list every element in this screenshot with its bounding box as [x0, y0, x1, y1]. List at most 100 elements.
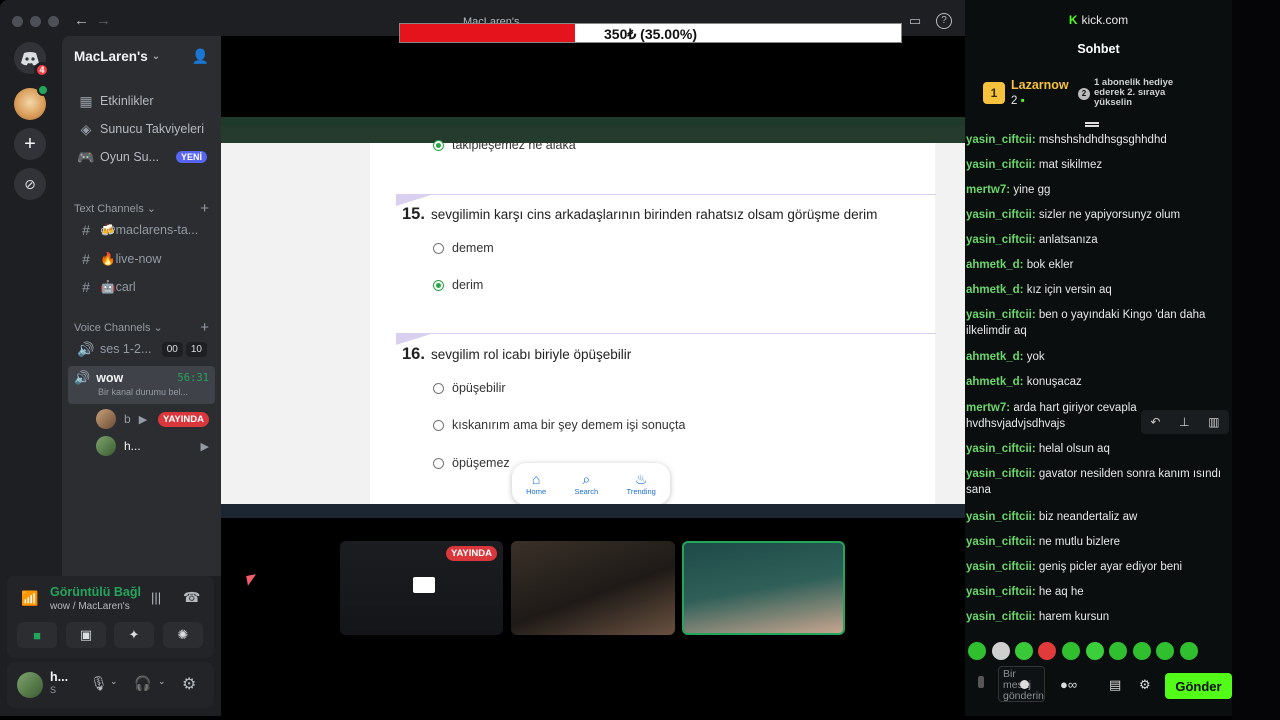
users-icon[interactable]: ●∞ — [1060, 677, 1077, 692]
chat-username[interactable]: yasin_ciftcii: — [966, 586, 1036, 598]
sidebar-item-events[interactable]: ▦ Etkinlikler — [70, 88, 213, 114]
chat-message[interactable]: yasin_ciftcii: anlatsanıza — [966, 232, 1226, 248]
activities-button[interactable]: ✦ — [114, 622, 154, 648]
chat-username[interactable]: yasin_ciftcii: — [966, 561, 1036, 573]
screen-share-button[interactable]: ▣ — [66, 622, 106, 648]
screen-share-view[interactable]: takipleşemez ne alaka 15. sevgilimin karş… — [221, 117, 965, 518]
chat-username[interactable]: ahmetk_d: — [966, 351, 1024, 363]
chat-message[interactable]: yasin_ciftcii: ben o yayındaki Kingo 'da… — [966, 307, 1226, 339]
chat-username[interactable]: yasin_ciftcii: — [966, 309, 1036, 321]
participant-tile-screen[interactable]: YAYINDA — [340, 541, 503, 635]
participant-tile-camera-1[interactable] — [511, 541, 675, 635]
maximize-window-button[interactable] — [48, 16, 59, 27]
chat-username[interactable]: yasin_ciftcii: — [966, 134, 1036, 146]
shop-icon[interactable]: ▤ — [1109, 677, 1121, 693]
chat-username[interactable]: yasin_ciftcii: — [966, 468, 1036, 480]
chat-message[interactable]: yasin_ciftcii: ne mutlu bizlere — [966, 534, 1226, 550]
chat-message[interactable]: yasin_ciftcii: gavator nesilden sonra ka… — [966, 466, 1226, 498]
emote-icon[interactable] — [1038, 642, 1056, 660]
server-header[interactable]: MacLaren's ⌄ 👤 — [62, 36, 221, 76]
emote-icon[interactable] — [1015, 642, 1033, 660]
chat-message[interactable]: yasin_ciftcii: biz neandertaliz aw — [966, 509, 1226, 525]
microphone-icon[interactable]: 🎙 — [90, 675, 108, 692]
add-channel-icon[interactable]: + — [200, 200, 209, 217]
chat-message[interactable]: yasin_ciftcii: sizler ne yapiyorsunyz ol… — [966, 207, 1226, 223]
chat-message[interactable]: yasin_ciftcii: geniş picler ayar ediyor … — [966, 559, 1226, 575]
chat-username[interactable]: yasin_ciftcii: — [966, 234, 1036, 246]
avatar[interactable] — [17, 672, 43, 698]
chat-username[interactable]: yasin_ciftcii: — [966, 443, 1036, 455]
chat-message[interactable]: yasin_ciftcii: helal olsun aq — [966, 441, 1226, 457]
chat-username[interactable]: ahmetk_d: — [966, 259, 1024, 271]
screen-icon[interactable]: ▭ — [907, 13, 923, 29]
emote-icon[interactable] — [1062, 642, 1080, 660]
chat-username[interactable]: ahmetk_d: — [966, 376, 1024, 388]
nav-home[interactable]: ⌂ Home — [526, 472, 546, 497]
discord-home-icon[interactable]: 4 — [14, 42, 50, 78]
quiz-option[interactable]: takipleşemez ne alaka — [433, 138, 576, 152]
quiz-option[interactable]: kıskanırım ama bir şey demem işi sonuçta — [433, 418, 685, 432]
voice-user-h[interactable]: h... ▶ — [96, 435, 209, 457]
quiz-option[interactable]: demem — [433, 241, 494, 255]
drag-handle-icon[interactable] — [1085, 122, 1099, 127]
participant-tile-camera-2[interactable] — [682, 541, 845, 635]
chat-message[interactable]: ahmetk_d: kız için versin aq — [966, 282, 1226, 298]
forward-arrow-icon[interactable]: → — [96, 12, 111, 29]
delete-icon[interactable]: ▥ — [1208, 415, 1219, 429]
chat-message[interactable]: yasin_ciftcii: he aq he — [966, 584, 1226, 600]
channel-status[interactable]: Bir kanal durumu bel... — [98, 387, 209, 397]
pin-icon[interactable]: ⊥ — [1179, 415, 1189, 429]
settings-gear-icon[interactable]: ⚙ — [182, 674, 196, 694]
soundboard-button[interactable]: ✺ — [163, 622, 203, 648]
server-icon-pomeranian[interactable] — [14, 84, 49, 120]
chat-message[interactable]: mertw7: yine gg — [966, 182, 1226, 198]
help-icon[interactable]: ? — [936, 13, 952, 29]
quiz-option[interactable]: öpüşemez — [433, 456, 510, 470]
send-button[interactable]: Gönder — [1165, 673, 1232, 699]
chat-username[interactable]: yasin_ciftcii: — [966, 159, 1036, 171]
quiz-option[interactable]: öpüşebilir — [433, 381, 506, 395]
voice-channels-category[interactable]: Voice Channels ⌄ + — [74, 319, 209, 336]
disconnect-icon[interactable]: ☎ — [183, 589, 200, 606]
chat-username[interactable]: yasin_ciftcii: — [966, 611, 1036, 623]
nav-trending[interactable]: ♨ Trending — [627, 472, 656, 497]
chat-username[interactable]: mertw7: — [966, 184, 1010, 196]
reply-icon[interactable]: ↶ — [1150, 415, 1160, 429]
back-arrow-icon[interactable]: ← — [74, 12, 89, 29]
emoji-icon[interactable] — [1020, 680, 1029, 689]
voice-channel-ses[interactable]: 🔊 ses 1-2... 00 10 — [70, 336, 213, 362]
top-gifter-name[interactable]: Lazarnow — [1011, 78, 1069, 92]
emote-icon[interactable] — [1156, 642, 1174, 660]
settings-gear-icon[interactable]: ⚙ — [1139, 677, 1151, 693]
invite-people-icon[interactable]: 👤 — [192, 48, 209, 65]
voice-user-b[interactable]: b ▶ YAYINDA — [96, 408, 209, 430]
close-window-button[interactable] — [12, 16, 23, 27]
chevron-down-icon[interactable]: ⌄ — [110, 676, 118, 687]
channel-carl[interactable]: # 🤖carl — [70, 274, 213, 300]
chat-username[interactable]: yasin_ciftcii: — [966, 209, 1036, 221]
emote-icon[interactable] — [1133, 642, 1151, 660]
chat-message[interactable]: ahmetk_d: bok ekler — [966, 257, 1226, 273]
headphones-icon[interactable]: 🎧 — [134, 675, 151, 692]
chat-message[interactable]: ahmetk_d: yok — [966, 349, 1226, 365]
add-server-icon[interactable]: + — [14, 128, 46, 160]
chevron-down-icon[interactable]: ⌄ — [158, 676, 166, 687]
camera-button[interactable]: ■ — [17, 622, 57, 648]
explore-icon[interactable]: ⊘ — [14, 168, 46, 200]
emote-icon[interactable] — [968, 642, 986, 660]
text-channels-category[interactable]: Text Channels ⌄ + — [74, 200, 209, 217]
emote-icon[interactable] — [1109, 642, 1127, 660]
chat-message[interactable]: yasin_ciftcii: harem kursun — [966, 609, 1226, 625]
sidebar-item-game-shop[interactable]: 🎮 Oyun Su... YENİ — [70, 144, 213, 170]
voice-status-subtitle[interactable]: wow / MacLaren's — [50, 601, 130, 612]
voice-channel-wow[interactable]: 🔊 wow 56:31 Bir kanal durumu bel... — [68, 366, 215, 404]
nav-search[interactable]: ⌕ Search — [574, 472, 598, 497]
emote-icon[interactable] — [992, 642, 1010, 660]
minimize-window-button[interactable] — [30, 16, 41, 27]
noise-suppression-icon[interactable]: ||| — [151, 590, 161, 605]
chat-username[interactable]: yasin_ciftcii: — [966, 511, 1036, 523]
add-channel-icon[interactable]: + — [200, 319, 209, 336]
emote-icon[interactable] — [1086, 642, 1104, 660]
chat-message[interactable]: yasin_ciftcii: mat sikilmez — [966, 157, 1226, 173]
chat-username[interactable]: mertw7: — [966, 402, 1010, 414]
